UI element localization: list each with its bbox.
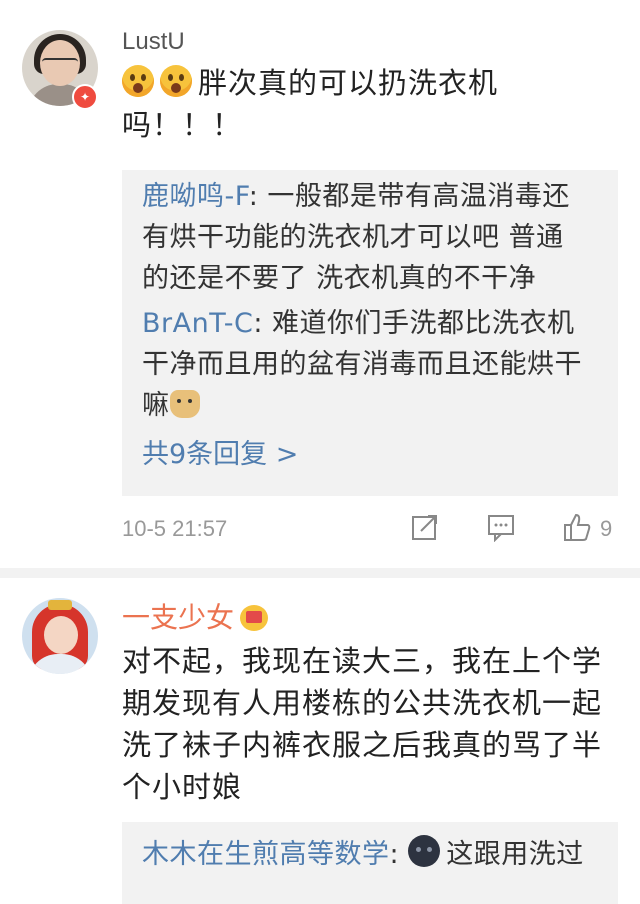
comment-time: 10-5 21:57	[122, 516, 228, 541]
reply-text: 的还是不要了 洗衣机真的不干净	[142, 263, 537, 294]
avatar[interactable]	[22, 598, 98, 674]
username-text: 一支少女	[122, 602, 235, 633]
reply-item[interactable]: BrAnT-C: 难道你们手洗都比洗衣机 干净而且用的盆有消毒而且还能烘干 嘛	[122, 303, 618, 426]
comment-icon[interactable]	[486, 512, 516, 542]
comment-meta: 10-5 21:57 9	[122, 512, 618, 546]
reply-separator: :	[389, 839, 400, 870]
comment-text-line: 洗了袜子内裤衣服之后我真的骂了半	[122, 728, 603, 762]
reply-item[interactable]: 鹿呦鸣-F: 一般都是带有高温消毒还 有烘干功能的洗衣机才可以吧 普通 的还是不…	[122, 176, 618, 299]
verified-badge-icon: ✦	[72, 84, 98, 110]
like-count: 9	[600, 516, 613, 541]
reply-text: 嘛	[142, 390, 170, 421]
divider	[0, 568, 640, 578]
comment-text-line: 胖次真的可以扔洗衣机	[198, 66, 499, 100]
share-icon[interactable]	[410, 512, 440, 542]
reply-separator: :	[248, 181, 259, 212]
comment-text: 胖次真的可以扔洗衣机 吗！！！	[122, 62, 602, 146]
comment-text-line: 吗！！！	[122, 108, 243, 142]
more-replies-link[interactable]: 共9条回复 >	[122, 432, 618, 471]
reply-text: 这跟用洗过	[446, 839, 584, 870]
reply-preview-box[interactable]: 鹿呦鸣-F: 一般都是带有高温消毒还 有烘干功能的洗衣机才可以吧 普通 的还是不…	[122, 170, 618, 496]
comment-text-line: 对不起，我现在读大三，我在上个学	[122, 644, 603, 678]
reply-username[interactable]: BrAnT-C	[142, 308, 253, 339]
reply-text: 干净而且用的盆有消毒而且还能烘干	[142, 349, 582, 380]
reply-username[interactable]: 鹿呦鸣-F	[142, 181, 249, 212]
crown-icon	[240, 605, 269, 631]
comment-username[interactable]: LustU	[122, 28, 185, 56]
dark-face-emoji-icon	[408, 835, 441, 867]
reply-text: 难道你们手洗都比洗衣机	[262, 308, 575, 339]
reply-text: 一般都是带有高温消毒还	[258, 181, 570, 212]
comment-text-line: 个小时娘	[122, 770, 243, 804]
reply-text: 有烘干功能的洗衣机才可以吧 普通	[142, 222, 564, 253]
comment-text: 对不起，我现在读大三，我在上个学 期发现有人用楼栋的公共洗衣机一起 洗了袜子内裤…	[122, 640, 622, 808]
scream-emoji-icon	[122, 65, 154, 97]
scream-emoji-icon	[160, 65, 192, 97]
reply-separator: :	[253, 308, 263, 339]
like-icon[interactable]	[562, 512, 592, 542]
doge-emoji-icon	[169, 390, 200, 418]
comment-username[interactable]: 一支少女	[122, 596, 269, 636]
comment-text-line: 期发现有人用楼栋的公共洗衣机一起	[122, 686, 603, 720]
reply-username[interactable]: 木木在生煎高等数学	[142, 839, 390, 870]
reply-item[interactable]: 木木在生煎高等数学: 这跟用洗过	[122, 834, 618, 875]
reply-preview-box[interactable]: 木木在生煎高等数学: 这跟用洗过	[122, 822, 618, 904]
